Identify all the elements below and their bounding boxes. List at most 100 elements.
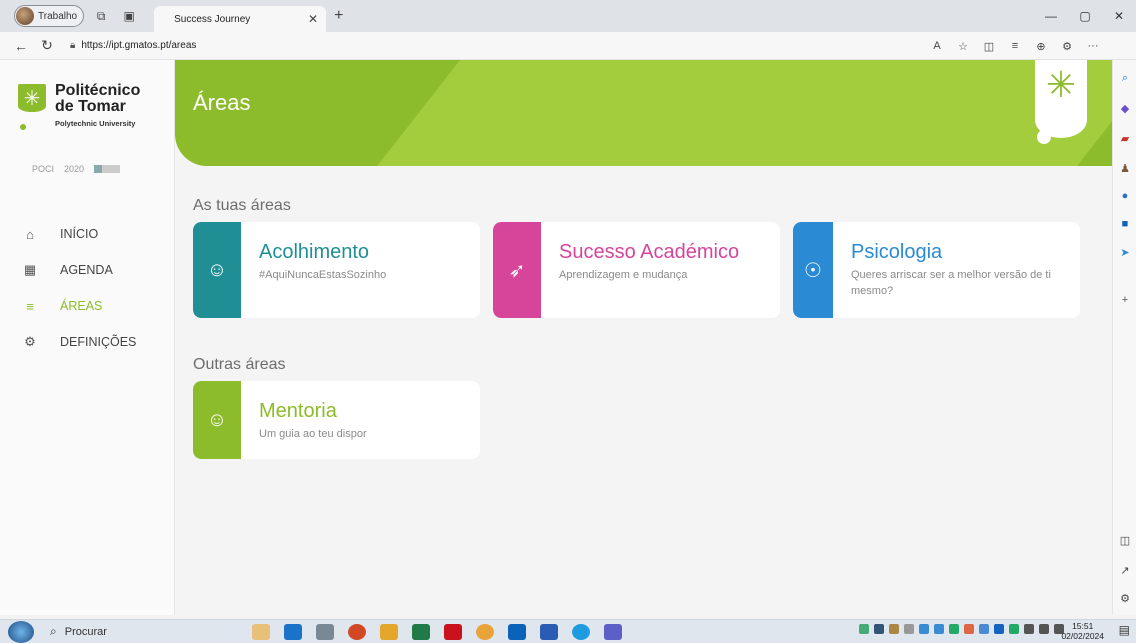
tray-icon[interactable] — [859, 624, 869, 634]
card-title: Sucesso Académico — [559, 241, 740, 263]
area-card-sucesso-academico[interactable]: ➶ Sucesso Académico Aprendizagem e mudan… — [493, 222, 780, 318]
page-header-banner: Áreas ✳ — [175, 60, 1112, 166]
shopping-tag-icon[interactable]: ◆ — [1117, 100, 1133, 116]
browser-tab[interactable]: Success Journey ✕ — [154, 6, 327, 32]
url-text: https://ipt.gmatos.pt/areas — [81, 40, 197, 51]
logo[interactable]: ✳ Politécnico de Tomar Polytechnic Unive… — [18, 82, 168, 138]
word-icon[interactable] — [540, 623, 558, 640]
taskbar-search[interactable]: ⌕ Procurar — [50, 622, 236, 642]
card-title: Mentoria — [259, 400, 337, 422]
url-field[interactable]: 🔒︎ https://ipt.gmatos.pt/areas — [70, 40, 196, 51]
outlook-icon[interactable]: ■ — [1117, 216, 1133, 232]
tab-actions-icon[interactable]: ▣ — [118, 5, 140, 27]
more-icon[interactable]: ··· — [1080, 40, 1106, 52]
tray-icon[interactable] — [874, 624, 884, 634]
search-icon[interactable]: ⌕ — [1117, 70, 1133, 86]
menu-icon: ≡ — [26, 298, 34, 314]
start-button[interactable] — [8, 620, 34, 643]
bluetooth-icon[interactable] — [994, 624, 1004, 634]
notification-icon[interactable]: ▤ — [1119, 623, 1130, 637]
brand-dot — [1037, 130, 1051, 144]
tab-title: Success Journey — [174, 13, 251, 25]
card-subtitle: Aprendizagem e mudança — [559, 269, 688, 281]
edge-browser-icon[interactable] — [572, 623, 590, 640]
office-icon[interactable]: ● — [1117, 188, 1133, 204]
task-view-icon[interactable] — [316, 623, 334, 640]
partner-logos: POCI 2020 — [32, 164, 121, 174]
tray-icon[interactable] — [904, 624, 914, 634]
clock-date: 02/02/2024 — [1061, 631, 1104, 641]
collections-icon[interactable]: ⧉ — [90, 5, 112, 27]
tray-icon[interactable] — [889, 624, 899, 634]
edge-app-icon[interactable] — [284, 623, 302, 640]
games-icon[interactable]: ♟ — [1117, 160, 1133, 176]
section-title-tuas: As tuas áreas — [193, 197, 291, 214]
sidebar-item-areas[interactable]: ≡ ÁREAS — [0, 288, 175, 324]
external-link-icon[interactable]: ↗ — [1117, 562, 1133, 578]
outlook-app-icon[interactable] — [508, 623, 526, 640]
favorites-list-icon[interactable]: ≡ — [1002, 40, 1028, 52]
calendar-icon: ▦ — [23, 262, 37, 277]
brand-star-icon: ✳ — [1045, 64, 1077, 105]
add-icon[interactable]: + — [1117, 292, 1133, 308]
area-card-psicologia[interactable]: ☉ Psicologia Queres arriscar ser a melho… — [793, 222, 1080, 318]
logo-mark-icon: ✳ — [18, 84, 46, 112]
taskbar: ⌕ Procurar 15:51 02/02/2024 ▤ — [0, 619, 1136, 643]
sidebar-item-label: ÁREAS — [60, 299, 103, 313]
close-window-button[interactable]: ✕ — [1102, 9, 1136, 23]
lock-icon[interactable]: 🔒︎ — [70, 40, 75, 51]
sidebar: ✳ Politécnico de Tomar Polytechnic Unive… — [0, 60, 175, 615]
tray-icon[interactable] — [949, 624, 959, 634]
battery-icon[interactable] — [1039, 624, 1049, 634]
excel-icon[interactable] — [412, 623, 430, 640]
tools-icon[interactable]: ▰ — [1117, 130, 1133, 146]
split-screen-icon[interactable]: ◫ — [976, 40, 1002, 53]
file-explorer-icon[interactable] — [380, 623, 398, 640]
send-icon[interactable]: ➤ — [1117, 244, 1133, 260]
tray-icon[interactable] — [964, 624, 974, 634]
system-tray — [859, 624, 1064, 634]
sidebar-item-agenda[interactable]: ▦ AGENDA — [0, 252, 175, 288]
collections-toolbar-icon[interactable]: ⊕ — [1028, 40, 1054, 53]
area-card-mentoria[interactable]: ☺ Mentoria Um guia ao teu dispor — [193, 381, 480, 459]
onedrive-icon[interactable] — [919, 624, 929, 634]
sidebar-item-label: AGENDA — [60, 263, 113, 277]
network-icon[interactable] — [1024, 624, 1034, 634]
head-icon: ☉ — [793, 222, 833, 318]
sidebar-item-definicoes[interactable]: ⚙ DEFINIÇÕES — [0, 324, 175, 360]
partner-poci: POCI — [32, 164, 55, 174]
netflix-icon[interactable] — [444, 623, 462, 640]
close-tab-icon[interactable]: ✕ — [308, 12, 318, 26]
extensions-icon[interactable]: ⚙ — [1054, 40, 1080, 53]
chrome-icon[interactable] — [476, 623, 494, 640]
refresh-icon[interactable]: ↻ — [34, 37, 60, 54]
sidebar-toggle-icon[interactable]: ◫ — [1117, 532, 1133, 548]
powerpoint-icon[interactable] — [348, 623, 366, 640]
maximize-button[interactable]: ▢ — [1068, 9, 1102, 23]
browser-tab-bar: Trabalho ⧉ ▣ Success Journey ✕ + — ▢ ✕ — [0, 0, 1136, 32]
sidebar-settings-icon[interactable]: ⚙ — [1117, 590, 1133, 606]
tray-icon[interactable] — [1009, 624, 1019, 634]
card-subtitle: Um guia ao teu dispor — [259, 428, 367, 440]
sidebar-item-label: INÍCIO — [60, 227, 99, 241]
page-title: Áreas — [193, 90, 251, 115]
area-card-acolhimento[interactable]: ☺ Acolhimento #AquiNuncaEstasSozinho — [193, 222, 480, 318]
card-title: Acolhimento — [259, 241, 370, 263]
minimize-button[interactable]: — — [1034, 9, 1068, 23]
teams-icon[interactable] — [604, 623, 622, 640]
profile-label: Trabalho — [38, 10, 78, 22]
clock-time: 15:51 — [1072, 621, 1094, 631]
card-title: Psicologia — [851, 241, 943, 263]
profile-button[interactable]: Trabalho — [14, 5, 85, 27]
new-tab-icon[interactable]: + — [334, 7, 343, 25]
read-aloud-icon[interactable]: A — [924, 40, 950, 52]
clock[interactable]: 15:51 02/02/2024 — [1061, 621, 1104, 641]
tray-icon[interactable] — [979, 624, 989, 634]
taskbar-search-label: Procurar — [64, 625, 107, 638]
app-icon[interactable] — [252, 623, 270, 640]
logo-line3: Polytechnic University — [55, 119, 136, 128]
sidebar-item-inicio[interactable]: ⌂ INÍCIO — [0, 216, 175, 252]
onedrive-icon[interactable] — [934, 624, 944, 634]
back-icon[interactable]: ← — [8, 38, 34, 54]
favorite-icon[interactable]: ☆ — [950, 40, 976, 53]
